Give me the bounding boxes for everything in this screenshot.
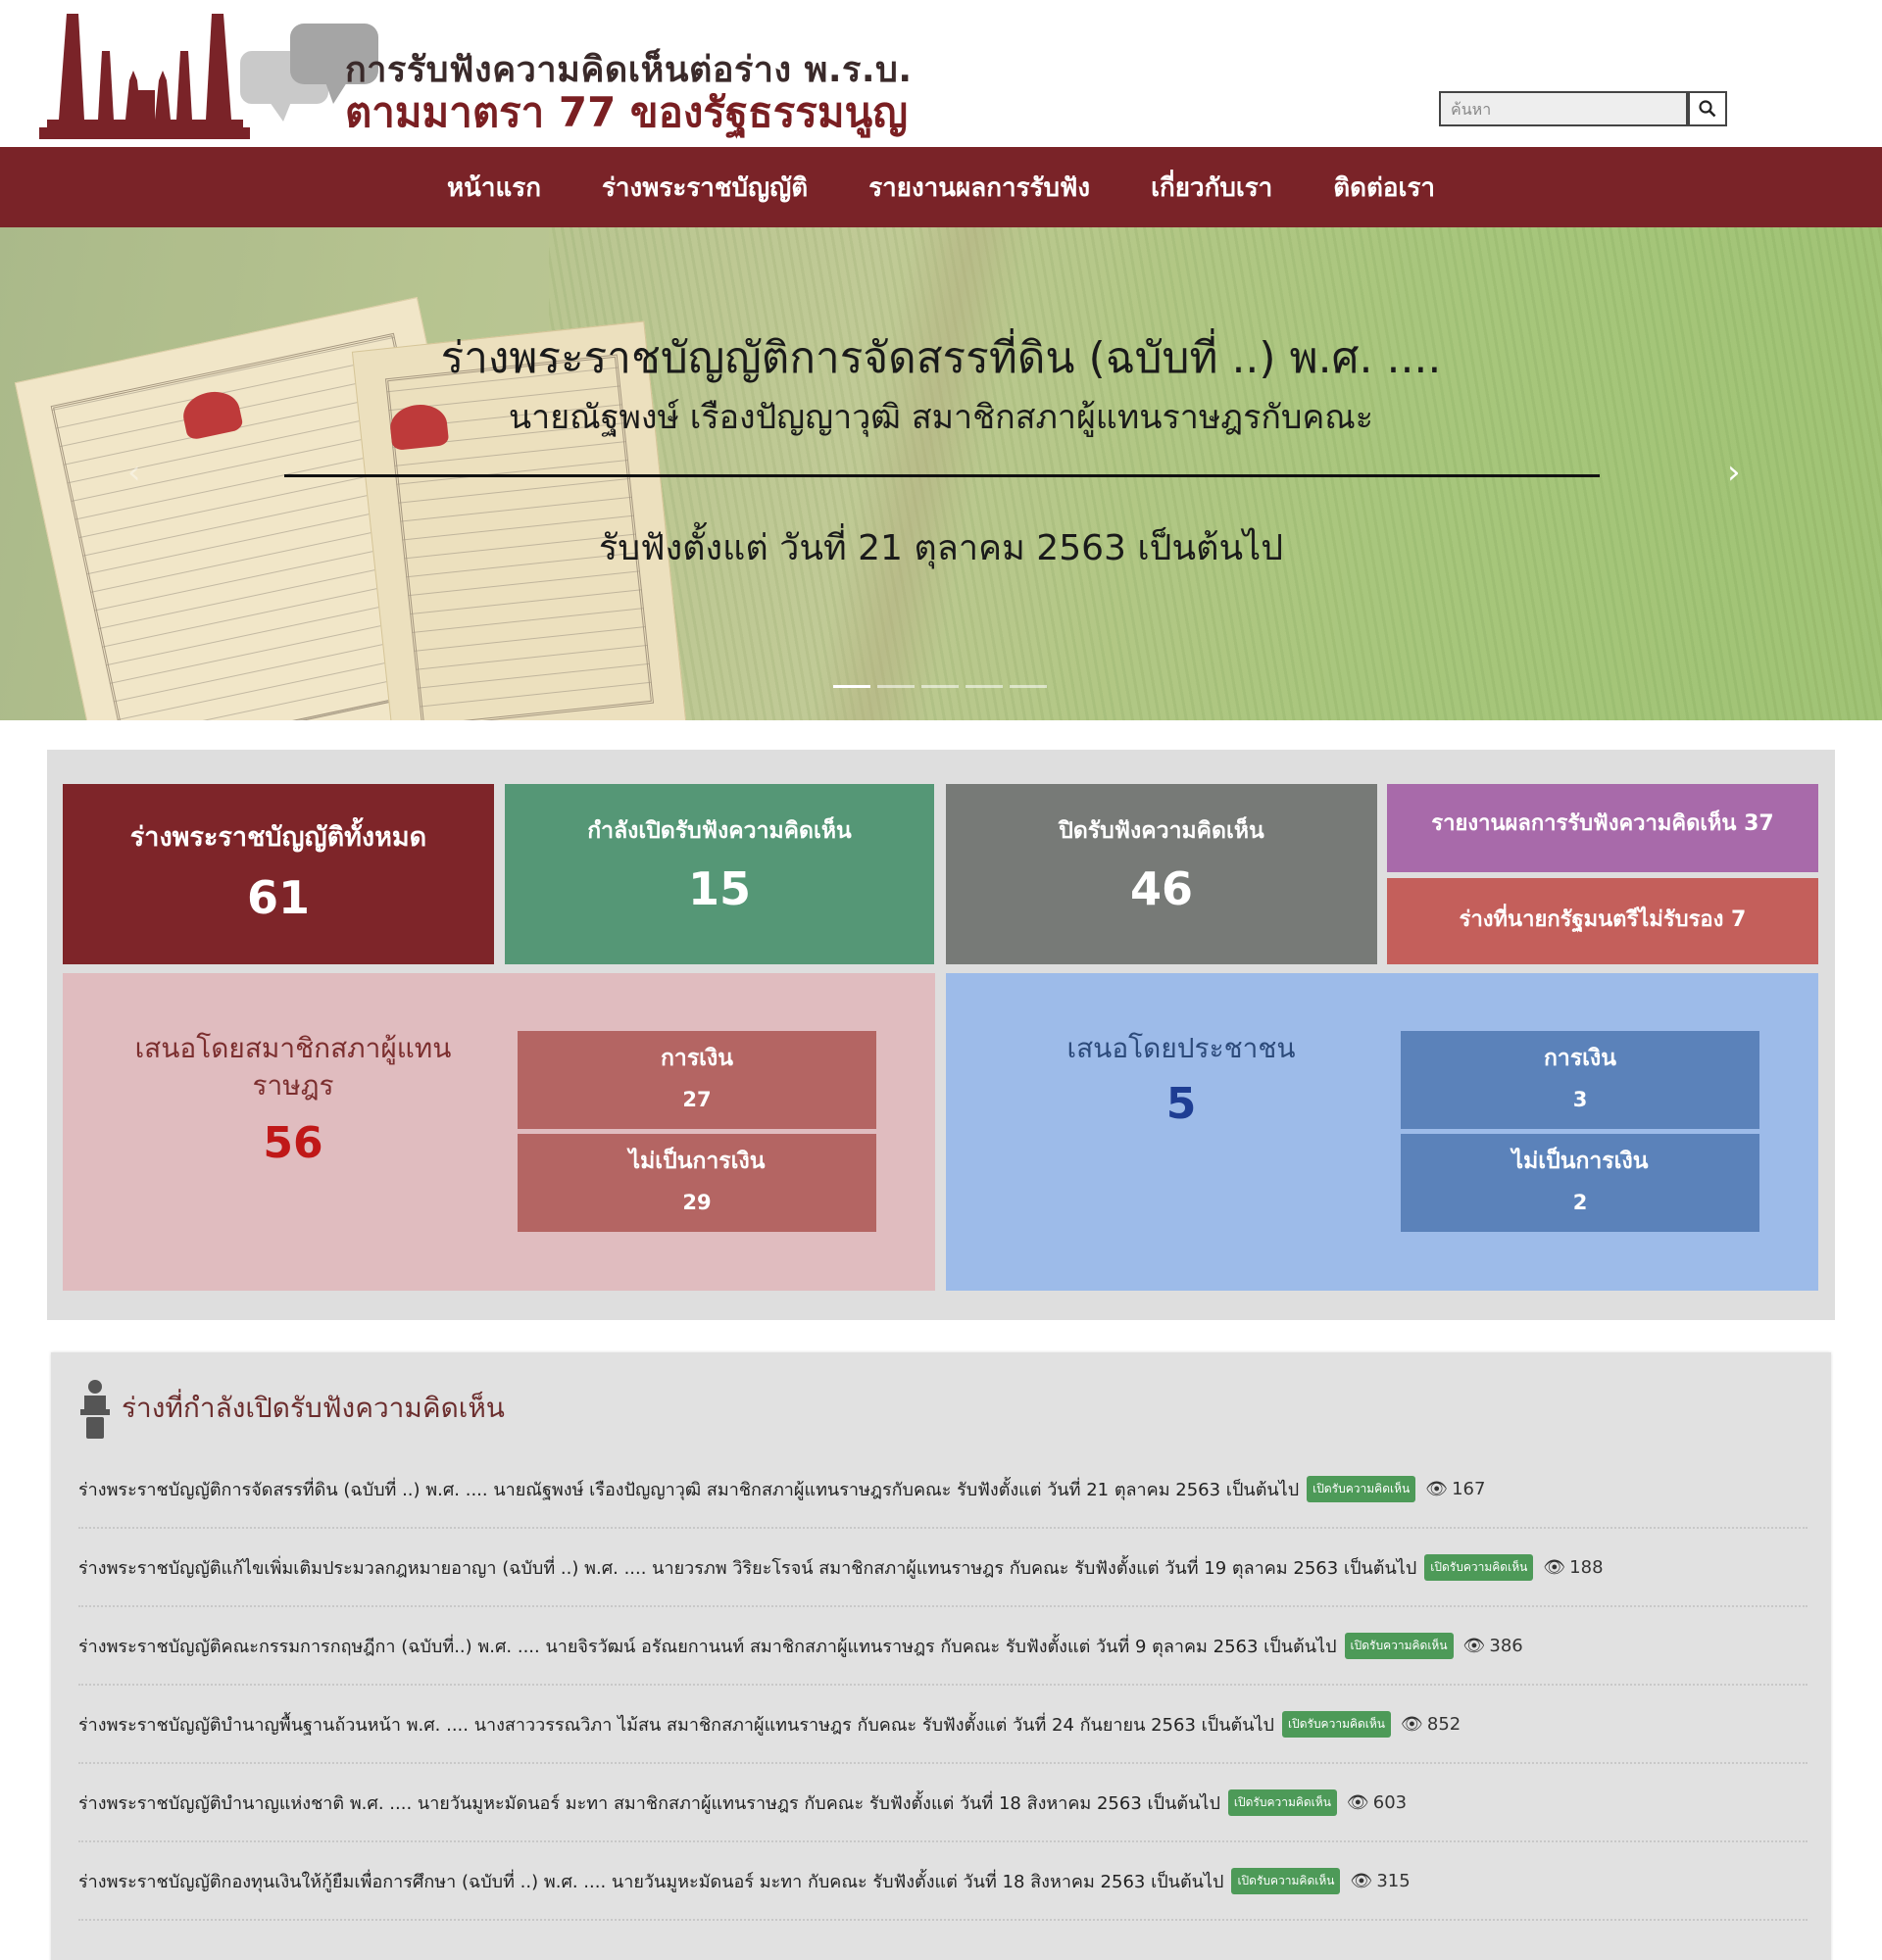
list-item: ร่างพระราชบัญญัติแก้ไขเพิ่มเติมประมวลกฎห… — [78, 1529, 1808, 1607]
hero-title[interactable]: ร่างพระราชบัญญัติการจัดสรรที่ดิน (ฉบับที… — [0, 323, 1882, 392]
list-item: ร่างพระราชบัญญัติการจัดสรรที่ดิน (ฉบับที… — [78, 1450, 1808, 1529]
carousel-next-icon[interactable]: › — [1727, 453, 1741, 492]
hero-date: รับฟังตั้งแต่ วันที่ 21 ตุลาคม 2563 เป็น… — [598, 528, 1284, 568]
total-bills-tile[interactable]: ร่างพระราชบัญญัติทั้งหมด 61 — [63, 784, 494, 964]
people-finance-count: 3 — [1572, 1088, 1588, 1111]
report-tile[interactable]: รายงานผลการรับฟังความคิดเห็น 37 — [1387, 784, 1818, 872]
carousel-dot[interactable] — [877, 685, 915, 688]
bill-link[interactable]: ร่างพระราชบัญญัติกองทุนเงินให้กู้ยืมเพื่… — [78, 1867, 1223, 1895]
search-input[interactable] — [1439, 91, 1688, 126]
eye-icon: 👁 — [1543, 1556, 1566, 1578]
mp-nonfinance-count: 29 — [682, 1191, 712, 1214]
people-proposals-title: เสนอโดยประชาชน — [1066, 1032, 1296, 1064]
democracy-monument-logo[interactable] — [39, 12, 250, 139]
carousel-dot[interactable] — [966, 685, 1003, 688]
mp-finance-box[interactable]: การเงิน 27 — [518, 1031, 876, 1129]
closed-bills-tile[interactable]: ปิดรับฟังความคิดเห็น 46 — [946, 784, 1377, 964]
bill-link[interactable]: ร่างพระราชบัญญัติแก้ไขเพิ่มเติมประมวลกฎห… — [78, 1553, 1416, 1582]
mp-finance-count: 27 — [682, 1088, 712, 1111]
people-proposals-count: 5 — [1165, 1079, 1197, 1129]
closed-bills-count: 46 — [1129, 862, 1193, 915]
nav-home[interactable]: หน้าแรก — [447, 168, 541, 208]
mp-proposals-panel: เสนอโดยสมาชิกสภาผู้แทนราษฎร 56 การเงิน 2… — [63, 973, 935, 1291]
search-icon — [1699, 100, 1716, 118]
mp-proposals-count: 56 — [263, 1118, 323, 1168]
bill-link[interactable]: ร่างพระราชบัญญัติบำนาญแห่งชาติ พ.ศ. ....… — [78, 1788, 1220, 1817]
mp-proposals-title: เสนอโดยสมาชิกสภาผู้แทนราษฎร — [134, 1032, 452, 1102]
open-bills-label: กำลังเปิดรับฟังความคิดเห็น — [587, 818, 852, 844]
view-count: 👁 603 — [1346, 1791, 1408, 1813]
people-proposals-panel: เสนอโดยประชาชน 5 การเงิน 3 ไม่เป็นการเงิ… — [946, 973, 1818, 1291]
nav-bills[interactable]: ร่างพระราชบัญญัติ — [602, 168, 808, 208]
open-status-badge: เปิดรับความคิดเห็น — [1424, 1553, 1534, 1581]
carousel-dot[interactable] — [921, 685, 959, 688]
hero-divider — [284, 474, 1600, 477]
open-bills-tile[interactable]: กำลังเปิดรับฟังความคิดเห็น 15 — [505, 784, 934, 964]
site-subtitle: ตามมาตรา 77 ของรัฐธรรมนูญ — [345, 88, 909, 136]
bill-link[interactable]: ร่างพระราชบัญญัติคณะกรรมการกฤษฎีกา (ฉบับ… — [78, 1632, 1337, 1660]
people-nonfinance-count: 2 — [1572, 1191, 1588, 1214]
list-item: ร่างพระราชบัญญัติคณะกรรมการกฤษฎีกา (ฉบับ… — [78, 1607, 1808, 1686]
people-nonfinance-label: ไม่เป็นการเงิน — [1511, 1149, 1649, 1174]
site-header: การรับฟังความคิดเห็นต่อร่าง พ.ร.บ. ตามมา… — [0, 0, 1882, 147]
nav-about[interactable]: เกี่ยวกับเรา — [1151, 168, 1272, 208]
eye-icon: 👁 — [1425, 1478, 1449, 1499]
people-finance-box[interactable]: การเงิน 3 — [1401, 1031, 1759, 1129]
open-status-badge: เปิดรับความคิดเห็น — [1344, 1632, 1454, 1659]
carousel-prev-icon[interactable]: ‹ — [127, 453, 141, 492]
eye-icon: 👁 — [1462, 1635, 1486, 1656]
view-count: 👁 315 — [1350, 1870, 1411, 1891]
total-bills-count: 61 — [246, 871, 310, 924]
mp-nonfinance-label: ไม่เป็นการเงิน — [628, 1149, 766, 1174]
nav-contact[interactable]: ติดต่อเรา — [1333, 168, 1435, 208]
view-count: 👁 386 — [1462, 1635, 1523, 1656]
open-bills-list-panel: ร่างที่กำลังเปิดรับฟังความคิดเห็น ร่างพร… — [51, 1352, 1831, 1960]
main-nav: หน้าแรก ร่างพระราชบัญญัติ รายงานผลการรับ… — [0, 147, 1882, 227]
people-finance-label: การเงิน — [1543, 1046, 1616, 1071]
carousel-indicators — [833, 685, 1047, 688]
open-bills-list-header: ร่างที่กำลังเปิดรับฟังความคิดเห็น — [78, 1378, 505, 1439]
total-bills-label: ร่างพระราชบัญญัติทั้งหมด — [129, 822, 427, 853]
mp-nonfinance-box[interactable]: ไม่เป็นการเงิน 29 — [518, 1134, 876, 1232]
bill-link[interactable]: ร่างพระราชบัญญัติบำนาญพื้นฐานถ้วนหน้า พ.… — [78, 1710, 1274, 1739]
open-bills-count: 15 — [687, 862, 751, 915]
rejected-label: ร่างที่นายกรัฐมนตรีไม่รับรอง 7 — [1459, 907, 1747, 932]
list-item: ร่างพระราชบัญญัติกองทุนเงินให้กู้ยืมเพื่… — [78, 1842, 1808, 1921]
carousel-dot[interactable] — [833, 685, 870, 688]
hero-subtitle: นายณัฐพงษ์ เรืองปัญญาวุฒิ สมาชิกสภาผู้แท… — [508, 398, 1374, 437]
nav-reports[interactable]: รายงานผลการรับฟัง — [868, 168, 1090, 208]
open-status-badge: เปิดรับความคิดเห็น — [1281, 1710, 1392, 1738]
view-count: 👁 852 — [1401, 1713, 1461, 1735]
speaker-podium-icon — [80, 1380, 110, 1439]
open-bills-list-title: ร่างที่กำลังเปิดรับฟังความคิดเห็น — [122, 1392, 505, 1424]
eye-icon: 👁 — [1350, 1870, 1373, 1891]
eye-icon: 👁 — [1401, 1713, 1423, 1735]
search-button[interactable] — [1688, 91, 1727, 126]
list-item: ร่างพระราชบัญญัติบำนาญพื้นฐานถ้วนหน้า พ.… — [78, 1686, 1808, 1764]
carousel-dot[interactable] — [1010, 685, 1047, 688]
people-nonfinance-box[interactable]: ไม่เป็นการเงิน 2 — [1401, 1134, 1759, 1232]
open-status-badge: เปิดรับความคิดเห็น — [1227, 1788, 1337, 1816]
mp-finance-label: การเงิน — [660, 1046, 733, 1071]
view-count: 👁 167 — [1425, 1478, 1486, 1499]
open-status-badge: เปิดรับความคิดเห็น — [1231, 1867, 1341, 1894]
stats-panel: ร่างพระราชบัญญัติทั้งหมด 61 กำลังเปิดรับ… — [47, 750, 1835, 1320]
open-status-badge: เปิดรับความคิดเห็น — [1307, 1475, 1416, 1502]
closed-bills-label: ปิดรับฟังความคิดเห็น — [1059, 818, 1264, 844]
rejected-tile[interactable]: ร่างที่นายกรัฐมนตรีไม่รับรอง 7 — [1387, 878, 1818, 964]
list-item: ร่างพระราชบัญญัติบำนาญแห่งชาติ พ.ศ. ....… — [78, 1764, 1808, 1842]
open-bills-list: ร่างพระราชบัญญัติการจัดสรรที่ดิน (ฉบับที… — [78, 1450, 1808, 1921]
report-label: รายงานผลการรับฟังความคิดเห็น 37 — [1431, 811, 1774, 836]
eye-icon: 👁 — [1346, 1791, 1369, 1813]
bill-link[interactable]: ร่างพระราชบัญญัติการจัดสรรที่ดิน (ฉบับที… — [78, 1475, 1299, 1503]
view-count: 👁 188 — [1543, 1556, 1604, 1578]
